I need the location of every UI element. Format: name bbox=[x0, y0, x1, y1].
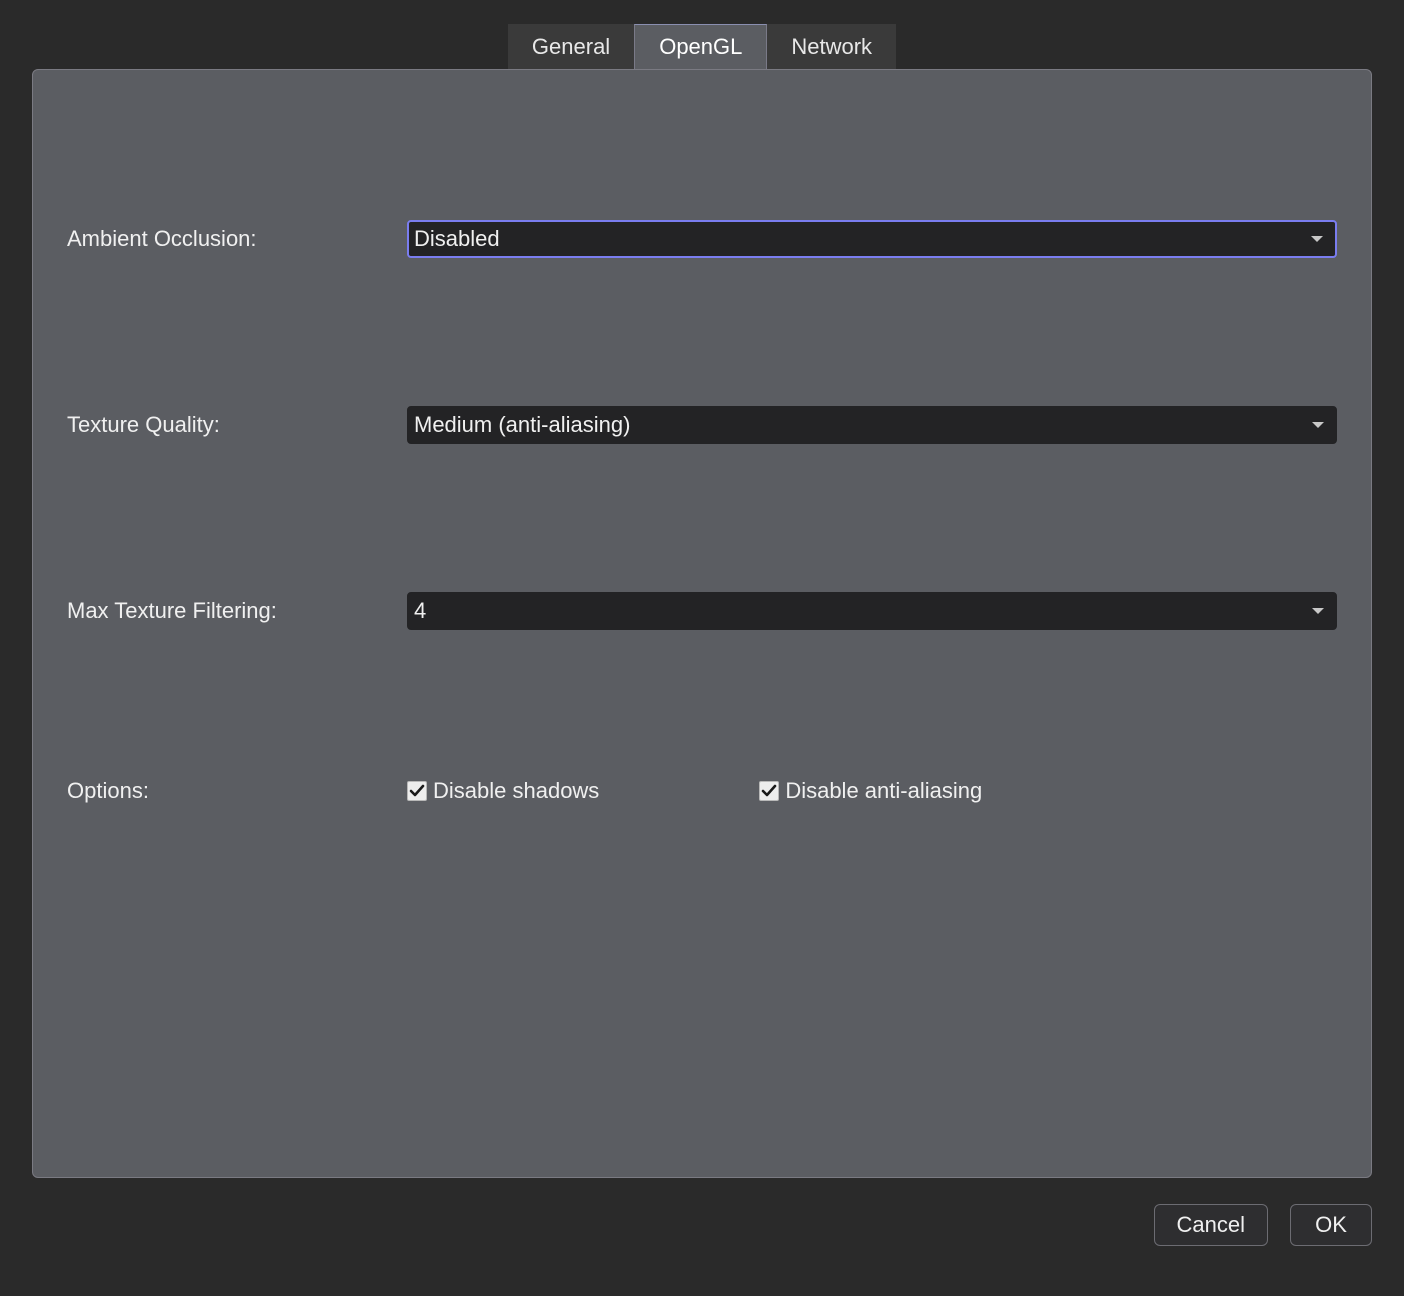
checkbox-label: Disable shadows bbox=[433, 778, 599, 804]
chevron-down-icon bbox=[1312, 422, 1324, 428]
select-value: 4 bbox=[414, 598, 1312, 624]
tabs-row: General OpenGL Network bbox=[0, 0, 1404, 69]
ambient-occlusion-select[interactable]: Disabled bbox=[407, 220, 1337, 258]
disable-shadows-checkbox[interactable]: Disable shadows bbox=[407, 778, 599, 804]
chevron-down-icon bbox=[1311, 236, 1323, 242]
max-filtering-label: Max Texture Filtering: bbox=[67, 598, 407, 624]
select-value: Disabled bbox=[414, 226, 1311, 252]
max-filtering-select[interactable]: 4 bbox=[407, 592, 1337, 630]
opengl-panel: Ambient Occlusion: Disabled Texture Qual… bbox=[32, 69, 1372, 1178]
tab-label: OpenGL bbox=[659, 34, 742, 60]
tab-network[interactable]: Network bbox=[767, 24, 896, 69]
checkmark-icon bbox=[761, 783, 777, 799]
chevron-down-icon bbox=[1312, 608, 1324, 614]
button-label: OK bbox=[1315, 1212, 1347, 1238]
ambient-occlusion-label: Ambient Occlusion: bbox=[67, 226, 407, 252]
checkbox-box bbox=[407, 781, 427, 801]
button-label: Cancel bbox=[1177, 1212, 1245, 1238]
tab-label: Network bbox=[791, 34, 872, 60]
checkbox-label: Disable anti-aliasing bbox=[785, 778, 982, 804]
dialog-button-row: Cancel OK bbox=[1154, 1204, 1372, 1246]
cancel-button[interactable]: Cancel bbox=[1154, 1204, 1268, 1246]
form-grid: Ambient Occlusion: Disabled Texture Qual… bbox=[67, 130, 1337, 804]
settings-dialog: General OpenGL Network Ambient Occlusion… bbox=[0, 0, 1404, 1296]
checkbox-box bbox=[759, 781, 779, 801]
tab-label: General bbox=[532, 34, 610, 60]
texture-quality-label: Texture Quality: bbox=[67, 412, 407, 438]
tab-opengl[interactable]: OpenGL bbox=[634, 24, 767, 69]
select-value: Medium (anti-aliasing) bbox=[414, 412, 1312, 438]
checkmark-icon bbox=[409, 783, 425, 799]
tab-general[interactable]: General bbox=[508, 24, 634, 69]
options-label: Options: bbox=[67, 778, 407, 804]
texture-quality-select[interactable]: Medium (anti-aliasing) bbox=[407, 406, 1337, 444]
options-row: Disable shadows Disable anti-aliasing bbox=[407, 778, 1337, 804]
disable-antialiasing-checkbox[interactable]: Disable anti-aliasing bbox=[759, 778, 982, 804]
ok-button[interactable]: OK bbox=[1290, 1204, 1372, 1246]
